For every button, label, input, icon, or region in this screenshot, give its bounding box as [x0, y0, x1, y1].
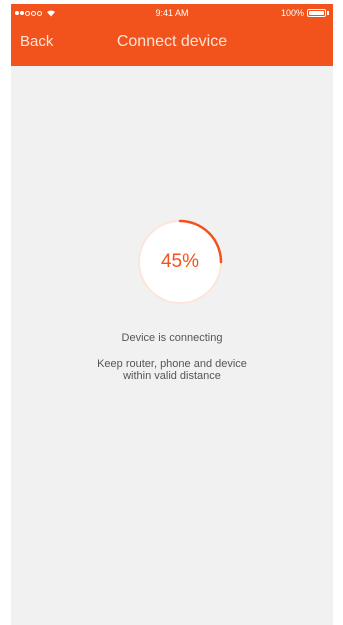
battery-icon — [307, 9, 326, 17]
battery-fill — [309, 11, 324, 15]
distance-hint-line1: Keep router, phone and device — [97, 358, 247, 370]
page-title: Connect device — [116, 33, 228, 50]
status-message: Device is connecting — [121, 332, 223, 344]
phone-screen: 9:41 AM 100% Back Connect device 45% Dev… — [11, 4, 333, 625]
nav-bar: Back Connect device — [11, 30, 333, 58]
battery-tip — [327, 11, 329, 15]
battery-percent: 100% — [280, 8, 304, 18]
progress-ring: 45% — [135, 217, 225, 307]
progress-percent: 45% — [160, 251, 200, 272]
app-header: 9:41 AM 100% Back Connect device — [11, 4, 333, 66]
status-bar: 9:41 AM 100% — [11, 4, 333, 22]
distance-hint: Keep router, phone and device within val… — [11, 358, 333, 382]
distance-hint-line2: within valid distance — [123, 370, 221, 382]
battery-status: 100% — [281, 4, 329, 22]
